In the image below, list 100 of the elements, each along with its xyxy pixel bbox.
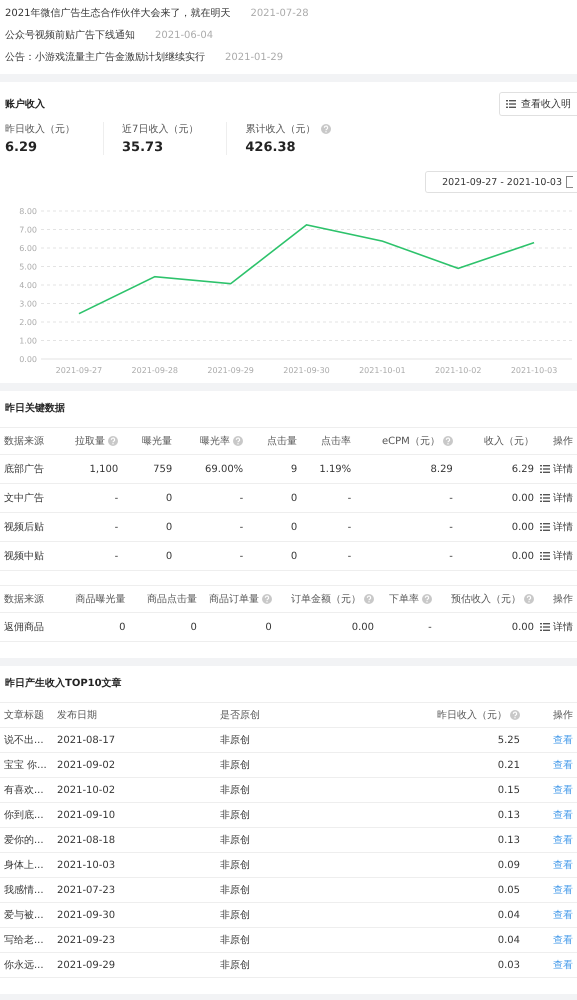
table-cell-text: 非原创	[220, 908, 251, 922]
help-icon[interactable]	[422, 594, 432, 604]
column-header: 商品订单量	[208, 592, 259, 606]
notice-link[interactable]: 2021年微信广告生态合作伙伴大会来了，就在明天	[5, 6, 230, 20]
y-tick-label: 6.00	[19, 244, 37, 253]
help-icon[interactable]	[233, 436, 244, 446]
table-cell-text: 视频后贴	[4, 520, 45, 534]
table-cell-text: 返佣商品	[4, 620, 45, 634]
table-cell-text: 视频中贴	[4, 550, 45, 563]
date-range-picker[interactable]: 2021-09-27 - 2021-10-03	[425, 171, 577, 193]
y-tick-label: 4.00	[19, 281, 37, 290]
details-button[interactable]: 详情	[536, 520, 573, 534]
table-cell-text: 2021-09-02	[57, 760, 116, 770]
table-cell-text: 底部广告	[4, 462, 45, 476]
table-cell-text: 0	[164, 492, 172, 504]
table-cell-text: 非原创	[220, 884, 251, 897]
table-cell-text: 你永远...	[4, 958, 45, 972]
y-tick-label: 3.00	[19, 300, 37, 308]
table-cell-text: 0	[290, 492, 298, 504]
table-cell-text: -	[238, 492, 244, 504]
table-cell-text: -	[346, 550, 352, 562]
stat-value: 35.73	[122, 140, 164, 155]
table-cell-text: 非原创	[220, 784, 251, 797]
table-cell-text: 0.21	[496, 760, 520, 770]
x-tick-label: 2021-09-27	[56, 366, 102, 375]
help-icon[interactable]	[321, 124, 332, 134]
y-tick-label: 7.00	[19, 226, 37, 234]
table-cell-text: 非原创	[220, 958, 251, 972]
stat-value: 6.29	[5, 140, 38, 155]
help-icon[interactable]	[262, 594, 272, 604]
table-cell-text: 0.09	[496, 860, 520, 870]
table-cell-text: 0	[190, 622, 197, 632]
list-icon	[540, 523, 550, 531]
table-cell-text: 写给老...	[4, 934, 45, 947]
column-header: 预估收入（元）	[450, 592, 521, 606]
column-header: 是否原创	[220, 709, 260, 722]
y-tick-label: 5.00	[19, 262, 37, 272]
details-button[interactable]: 详情	[536, 491, 573, 505]
table-cell-text: -	[238, 550, 244, 562]
table-cell-text: 爱你的...	[4, 834, 45, 847]
column-header: 商品点击量	[146, 592, 197, 606]
table-cell-text: 有喜欢...	[4, 784, 45, 797]
details-button[interactable]: 详情	[536, 462, 573, 476]
column-header: 操作	[552, 435, 573, 448]
table-cell-text: -	[448, 550, 453, 562]
table-cell-text: 2021-10-02	[57, 784, 116, 796]
table-cell-text: 我感情...	[4, 884, 45, 897]
y-tick-label: 8.00	[19, 207, 37, 216]
notice-date: 2021-07-28	[250, 8, 309, 18]
stat-label: 近7日收入（元）	[122, 122, 198, 136]
notice-link[interactable]: 公告：小游戏流量主广告金激励计划继续实行	[5, 50, 205, 64]
column-header: 点击率	[321, 434, 352, 448]
section-title: 昨日关键数据	[4, 402, 66, 416]
stat-value: 426.38	[245, 140, 297, 155]
help-icon[interactable]	[524, 594, 534, 604]
list-icon	[540, 494, 550, 502]
table-cell-text: 2021-07-23	[57, 884, 116, 896]
column-header: 发布日期	[57, 708, 97, 722]
column-header: eCPM（元）	[382, 435, 440, 448]
table-cell-text: 2021-09-10	[57, 810, 116, 820]
table-cell-text: 9	[290, 464, 298, 474]
table-cell-text: 0.00	[510, 550, 534, 562]
table-cell-text: 非原创	[220, 734, 251, 747]
help-icon[interactable]	[442, 436, 453, 446]
table-cell-text: 0	[290, 522, 298, 532]
table-cell-text: 0.00	[510, 492, 534, 504]
table-cell-text: 8.29	[430, 464, 453, 474]
table-cell-text: 身体上...	[4, 858, 45, 872]
details-button[interactable]: 详情	[536, 549, 573, 563]
notice-link[interactable]: 公众号视频前贴广告下线通知	[5, 28, 135, 42]
table-cell-text: 6.29	[510, 464, 534, 474]
help-icon[interactable]	[364, 594, 374, 604]
table-cell-text: 2021-08-18	[57, 834, 116, 846]
column-header: 昨日收入（元）	[437, 708, 507, 722]
column-header: 数据来源	[4, 434, 44, 448]
table-cell-text: 2021-08-17	[57, 734, 116, 746]
table-cell-text: 0	[290, 550, 298, 562]
table-cell-text: 文中广告	[4, 492, 45, 505]
help-icon[interactable]	[510, 710, 520, 720]
table-cell-text: 759	[152, 464, 172, 474]
table-cell-text: 2021-09-30	[57, 910, 116, 920]
table-cell-text: -	[114, 550, 118, 562]
table-cell-text: 0	[118, 622, 126, 632]
table-cell-text: 0.13	[496, 810, 520, 820]
x-tick-label: 2021-10-01	[359, 366, 406, 375]
notice-date: 2021-06-04	[155, 30, 214, 40]
table-cell-text: 爱与被...	[4, 908, 45, 922]
help-icon[interactable]	[108, 436, 118, 446]
table-cell-text: 非原创	[220, 934, 251, 947]
income-details-button[interactable]: 查看收入明	[499, 92, 577, 116]
column-header: 文章标题	[4, 708, 44, 722]
details-button[interactable]: 详情	[536, 620, 573, 634]
x-tick-label: 2021-10-03	[510, 366, 558, 375]
table-cell-text: 2021-09-23	[57, 934, 116, 946]
table-cell-text: 2021-10-03	[57, 860, 116, 870]
column-header: 曝光率	[200, 434, 230, 448]
table-cell-text: 说不出...	[4, 734, 45, 747]
table-cell-text: 0.00	[510, 522, 534, 532]
notice-date: 2021-01-29	[225, 52, 284, 62]
section-title: 账户收入	[5, 97, 45, 111]
